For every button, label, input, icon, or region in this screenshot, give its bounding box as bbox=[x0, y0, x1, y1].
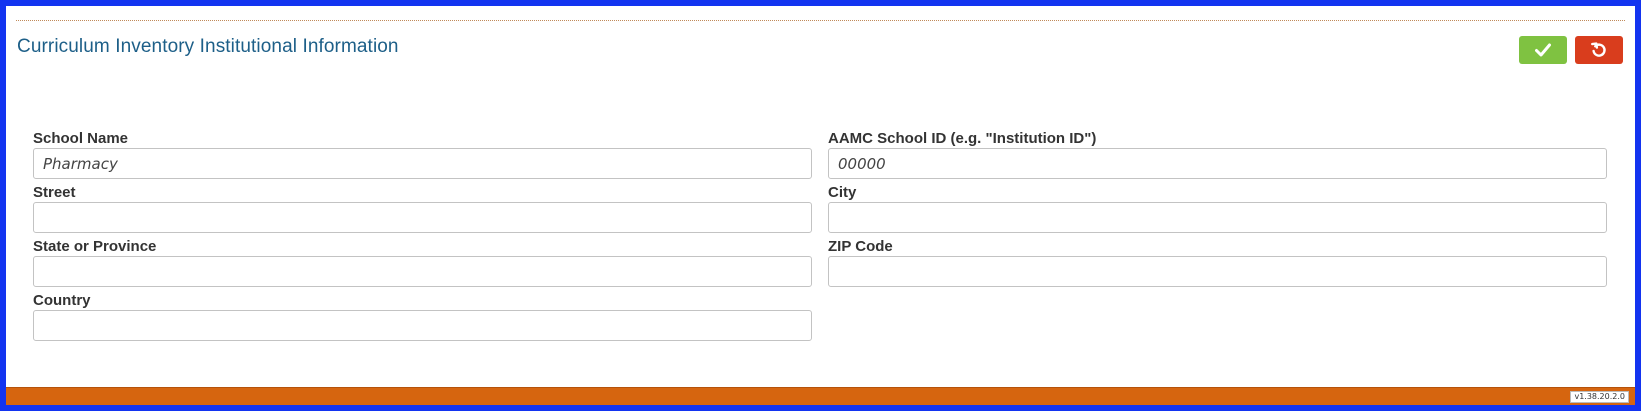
zip-input[interactable] bbox=[828, 256, 1607, 287]
state-field: State or Province bbox=[33, 237, 812, 291]
city-label: City bbox=[828, 184, 857, 201]
cancel-button[interactable] bbox=[1575, 36, 1623, 64]
country-field: Country bbox=[33, 291, 812, 345]
section-title: Curriculum Inventory Institutional Infor… bbox=[17, 36, 399, 57]
aamc-id-input[interactable] bbox=[828, 148, 1607, 179]
section-divider bbox=[16, 20, 1625, 21]
aamc-id-field: AAMC School ID (e.g. "Institution ID") bbox=[828, 129, 1607, 183]
check-icon bbox=[1535, 43, 1551, 57]
country-input[interactable] bbox=[33, 310, 812, 341]
action-buttons bbox=[1519, 36, 1623, 64]
zip-field: ZIP Code bbox=[828, 237, 1607, 291]
school-name-input[interactable] bbox=[33, 148, 812, 179]
aamc-id-label: AAMC School ID (e.g. "Institution ID") bbox=[828, 130, 1097, 147]
country-label: Country bbox=[33, 292, 91, 309]
app-frame: Curriculum Inventory Institutional Infor… bbox=[0, 0, 1641, 411]
street-input[interactable] bbox=[33, 202, 812, 233]
zip-label: ZIP Code bbox=[828, 238, 893, 255]
city-input[interactable] bbox=[828, 202, 1607, 233]
school-name-field: School Name bbox=[33, 129, 812, 183]
street-label: Street bbox=[33, 184, 76, 201]
footer-bar: v1.38.20.2.0 bbox=[6, 387, 1635, 405]
version-badge: v1.38.20.2.0 bbox=[1570, 391, 1629, 403]
school-name-label: School Name bbox=[33, 130, 129, 147]
state-label: State or Province bbox=[33, 238, 157, 255]
street-field: Street bbox=[33, 183, 812, 237]
institution-form: School Name AAMC School ID (e.g. "Instit… bbox=[33, 129, 1613, 345]
city-field: City bbox=[828, 183, 1607, 237]
state-input[interactable] bbox=[33, 256, 812, 287]
undo-icon bbox=[1591, 42, 1606, 57]
save-button[interactable] bbox=[1519, 36, 1567, 64]
